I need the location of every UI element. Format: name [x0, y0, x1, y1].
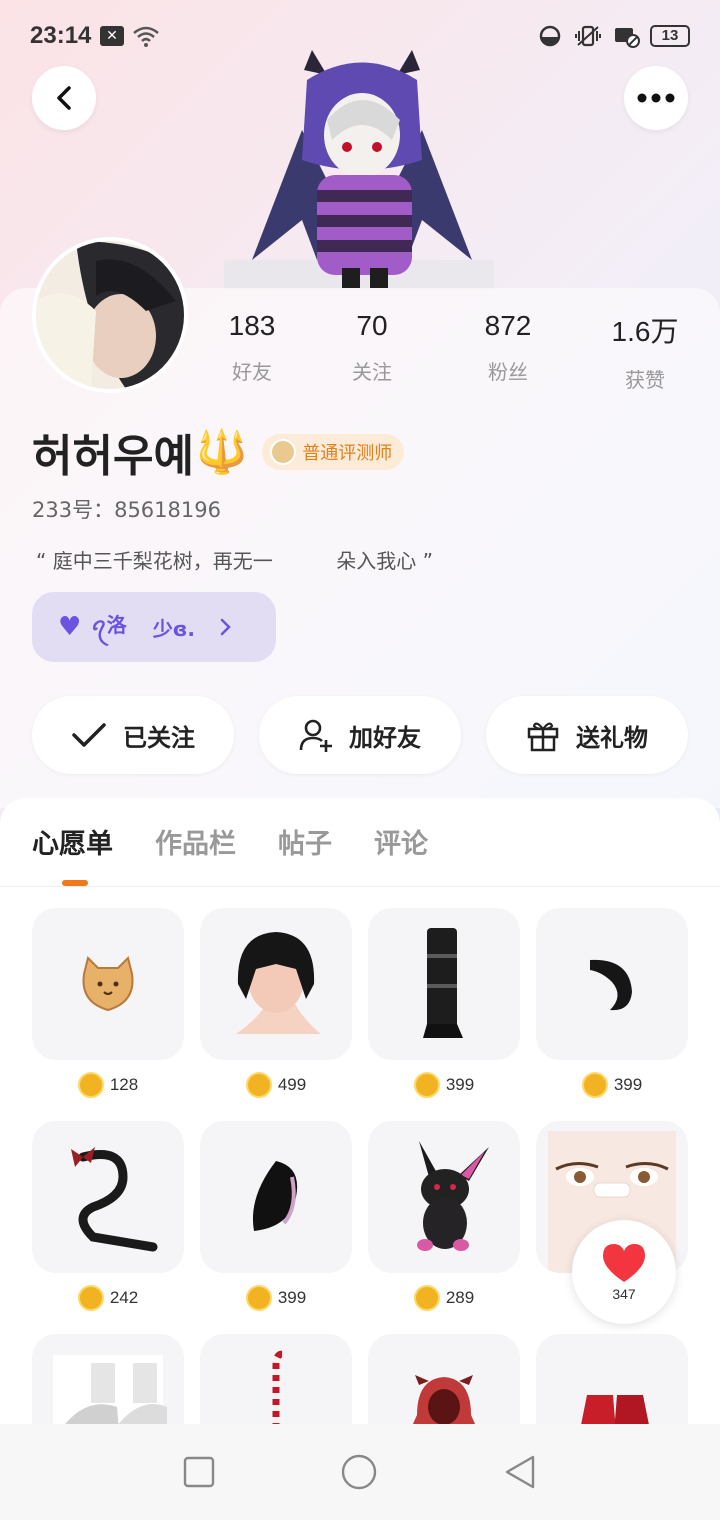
more-button[interactable]	[624, 66, 688, 130]
stat-likes-label: 获赞	[625, 368, 665, 392]
cp-name-1: ꪖ洛	[91, 613, 127, 637]
vibrate-icon	[575, 25, 601, 47]
wishlist-item[interactable]: 289	[368, 1121, 520, 1311]
stat-following[interactable]: 70 关注	[334, 310, 410, 385]
gift-icon	[527, 722, 559, 752]
devil-tail-icon	[71, 1147, 158, 1252]
send-gift-button[interactable]: 送礼物	[486, 696, 688, 774]
avatar-photo	[36, 241, 184, 389]
back-button[interactable]	[32, 66, 96, 130]
item-image	[536, 908, 688, 1060]
stat-likes[interactable]: 1.6万 获赞	[600, 310, 690, 393]
more-dots-icon	[637, 93, 675, 103]
followed-label: 已关注	[123, 723, 195, 752]
add-friend-label: 加好友	[349, 723, 421, 752]
user-id: 233号：85618196	[32, 498, 221, 522]
coin-icon	[77, 1285, 104, 1311]
wishlist-item[interactable]: 499	[200, 908, 352, 1098]
wifi-icon	[133, 26, 159, 47]
recents-icon[interactable]	[183, 1456, 215, 1488]
black-tail-icon	[590, 959, 632, 1011]
data-saver-icon	[539, 25, 561, 47]
name-row: 허허우예 🔱 普通评测师	[32, 420, 405, 484]
badge-avatar-icon	[270, 439, 297, 465]
chevron-left-icon	[57, 86, 71, 110]
black-ear-icon	[252, 1161, 298, 1231]
tab-comments[interactable]: 评论	[374, 822, 428, 861]
item-price: 242	[109, 1288, 139, 1307]
trident-icon: 🔱	[195, 427, 249, 476]
tab-bar: 心愿单 作品栏 帖子 评论	[32, 822, 428, 861]
check-icon	[72, 723, 106, 747]
item-image	[200, 1121, 352, 1273]
wishlist-item[interactable]: 399	[368, 908, 520, 1098]
back-nav-icon[interactable]	[503, 1454, 537, 1490]
stat-likes-value: 1.6万	[611, 316, 679, 347]
stat-fans-value: 872	[484, 310, 532, 341]
black-socks-icon	[423, 928, 463, 1038]
item-price: 499	[277, 1075, 307, 1094]
like-count: 347	[612, 1286, 636, 1302]
profile-name: 허허우예	[32, 431, 194, 482]
stat-friends-label: 好友	[232, 360, 272, 384]
stat-fans[interactable]: 872 粉丝	[466, 310, 550, 385]
cat-toast-icon	[82, 956, 134, 1012]
item-price: 289	[445, 1288, 475, 1307]
followed-button[interactable]: 已关注	[32, 696, 234, 774]
send-gift-label: 送礼物	[576, 723, 648, 752]
item-image	[200, 908, 352, 1060]
item-image	[32, 908, 184, 1060]
stat-following-label: 关注	[352, 360, 392, 384]
tab-works[interactable]: 作品栏	[155, 822, 236, 861]
home-icon[interactable]	[340, 1453, 378, 1491]
coin-icon	[245, 1285, 272, 1311]
like-button[interactable]: 347	[572, 1220, 676, 1324]
tester-badge-label: 普通评测师	[302, 443, 393, 464]
chevron-right-icon	[220, 618, 231, 636]
item-price: 399	[277, 1288, 307, 1307]
character-figure	[224, 50, 494, 290]
heart-icon	[603, 1244, 645, 1282]
item-image	[32, 1121, 184, 1273]
item-image	[368, 1121, 520, 1273]
status-time: 23:14	[30, 22, 92, 49]
no-sim-icon	[615, 28, 640, 48]
coin-icon	[77, 1072, 104, 1098]
stat-friends-value: 183	[228, 310, 276, 341]
profile-motto: “ 庭中三千梨花树，再无一 朵入我心 ”	[36, 549, 434, 573]
divider	[0, 886, 720, 887]
wishlist-item[interactable]: 399	[200, 1121, 352, 1311]
stat-fans-label: 粉丝	[488, 360, 528, 384]
avatar[interactable]	[32, 237, 188, 393]
item-image	[368, 908, 520, 1060]
bunny-plush-icon	[417, 1141, 489, 1251]
tab-wishlist[interactable]: 心愿单	[32, 822, 113, 861]
tester-badge[interactable]: 普通评测师	[262, 434, 405, 470]
coin-icon	[245, 1072, 272, 1098]
cp-pill[interactable]: ♥ ꪖ洛 少ɞ.	[32, 592, 276, 662]
wishlist-item[interactable]: 399	[536, 908, 688, 1098]
stat-following-value: 70	[356, 310, 388, 341]
double-heart-icon: ♥	[58, 612, 82, 642]
add-person-icon	[299, 719, 332, 752]
item-price: 399	[613, 1075, 643, 1094]
coin-icon	[581, 1072, 608, 1098]
coin-icon	[413, 1072, 440, 1098]
notification-icon: ✕	[100, 26, 124, 46]
tab-posts[interactable]: 帖子	[278, 822, 332, 861]
item-price: 128	[109, 1075, 139, 1094]
coin-icon	[413, 1285, 440, 1311]
add-friend-button[interactable]: 加好友	[259, 696, 461, 774]
wishlist-item[interactable]: 128	[32, 908, 184, 1098]
stat-friends[interactable]: 183 好友	[214, 310, 290, 385]
cp-name-2: 少ɞ.	[152, 616, 196, 641]
black-hair-icon	[236, 932, 321, 1034]
wishlist-item[interactable]: 242	[32, 1121, 184, 1311]
item-price: 399	[445, 1075, 475, 1094]
system-nav-bar	[0, 1424, 720, 1520]
battery-icon: 13	[650, 25, 690, 47]
